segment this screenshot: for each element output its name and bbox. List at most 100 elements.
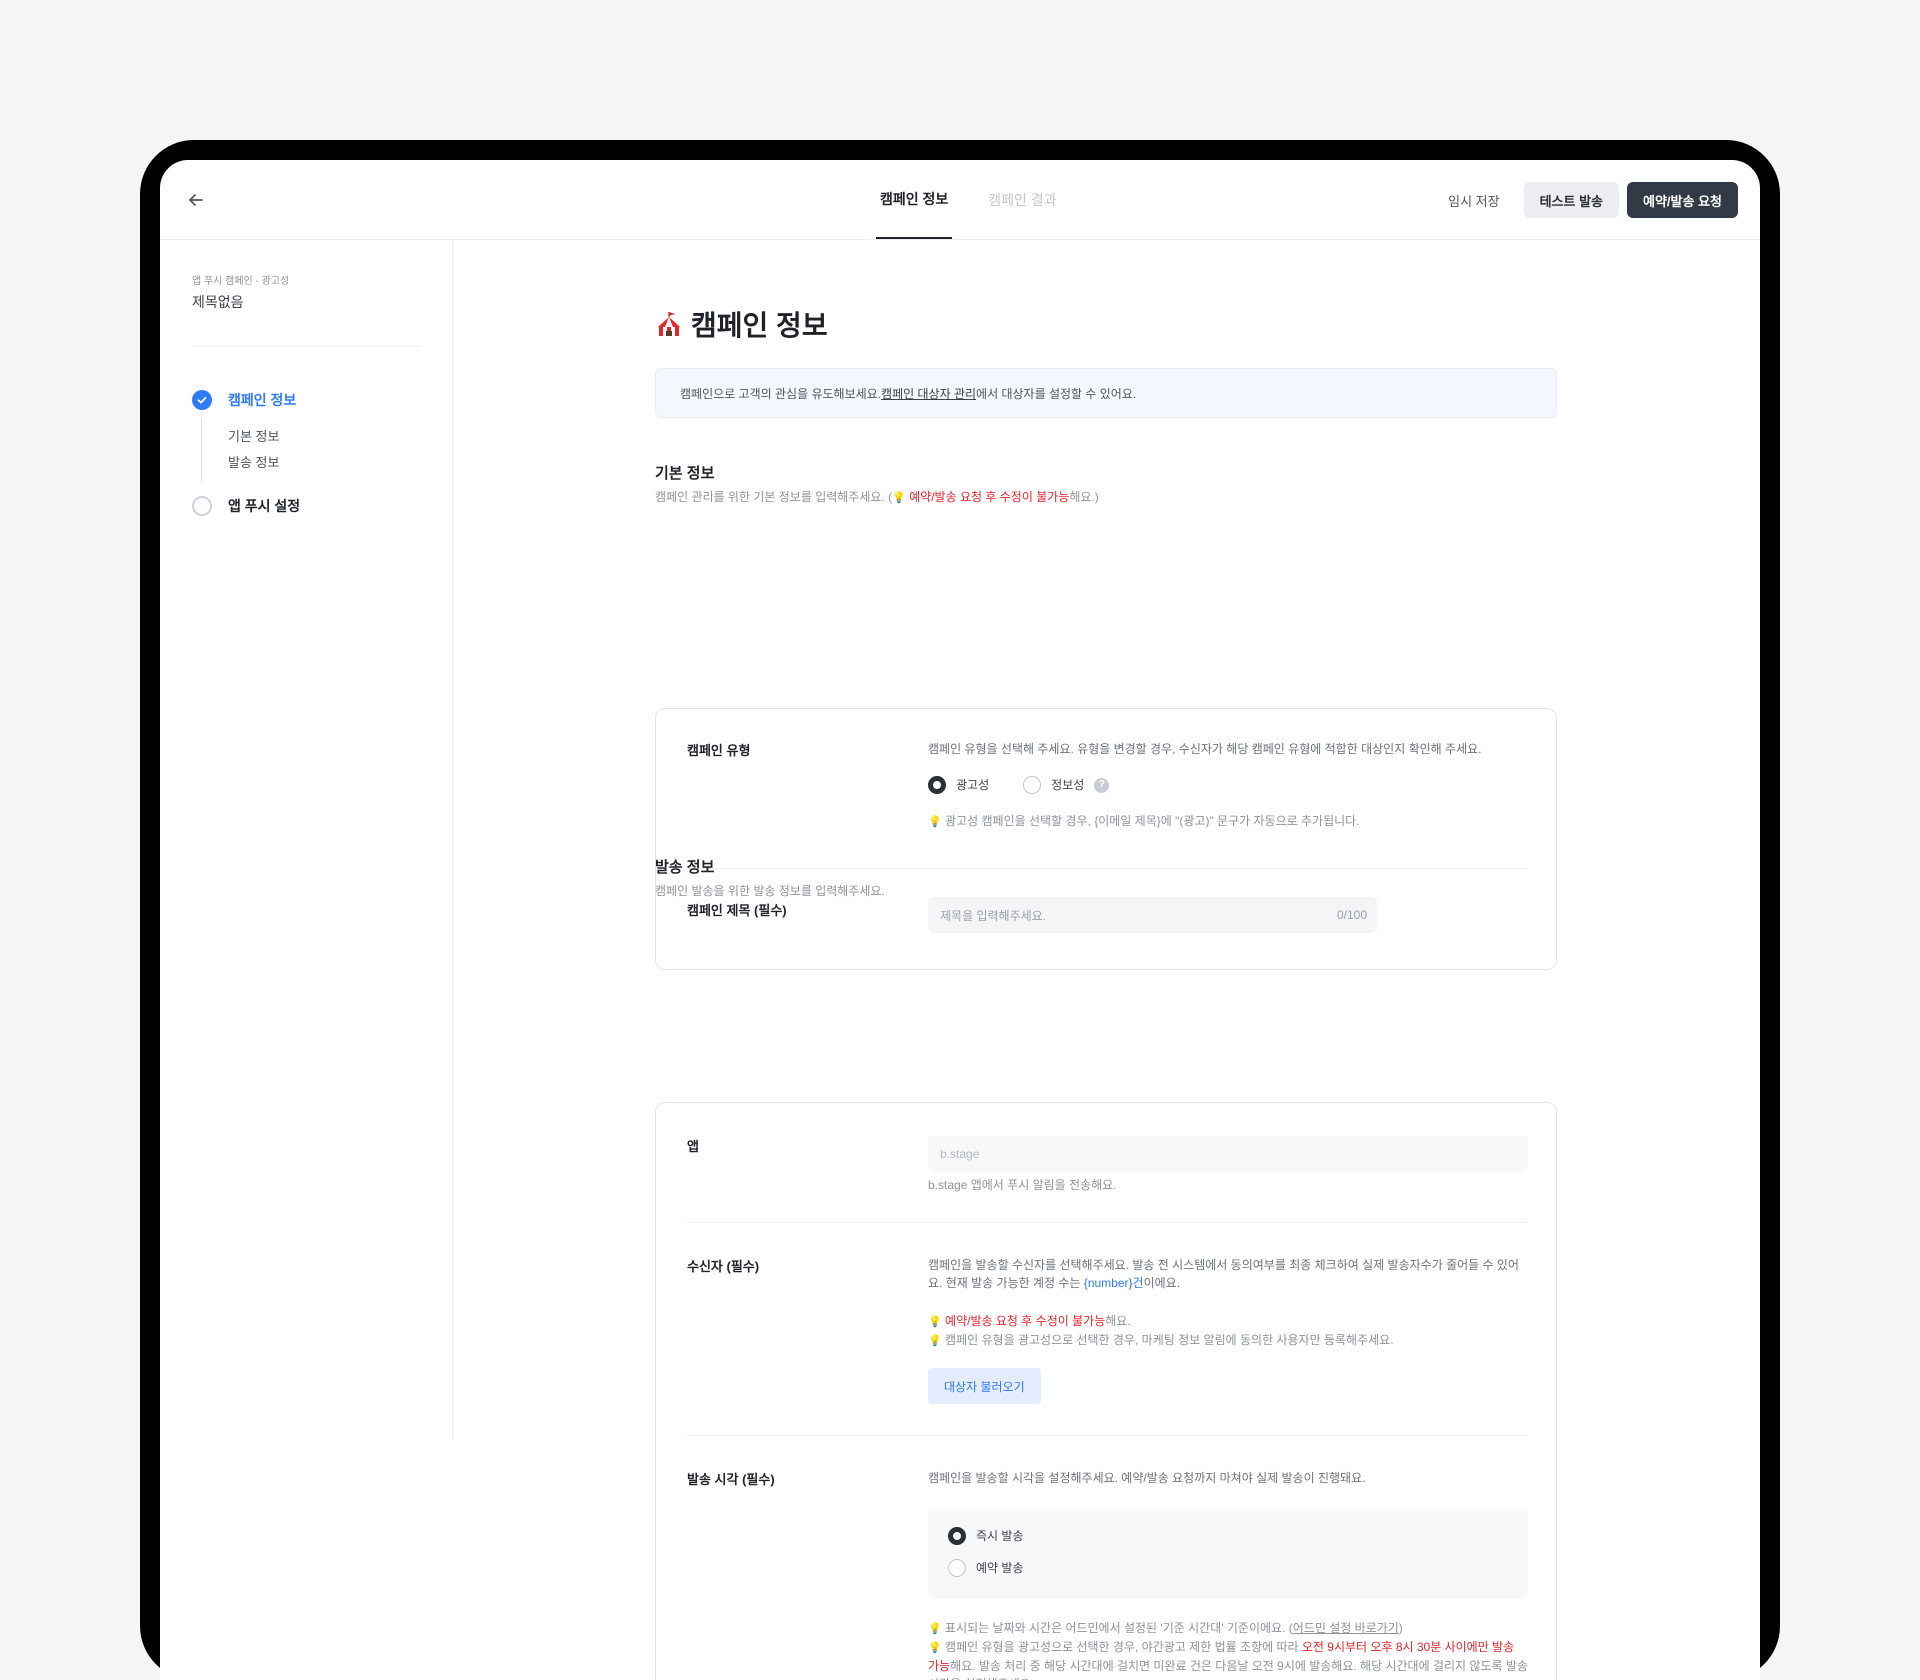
schedule-send-button[interactable]: 예약/발송 요청 xyxy=(1627,182,1738,218)
radio-unchecked-icon xyxy=(948,1559,966,1577)
radio-checked-icon xyxy=(928,776,946,794)
hint-text: 해요. xyxy=(1105,1314,1131,1328)
radio-advertising[interactable]: 광고성 xyxy=(928,776,989,794)
hint-text: 표시되는 날짜와 시간은 어드민에서 설정된 '기준 시간대' 기준이에요. ( xyxy=(941,1621,1293,1635)
tab-campaign-info[interactable]: 캠페인 정보 xyxy=(876,160,953,239)
field-hint: 💡 표시되는 날짜와 시간은 어드민에서 설정된 '기준 시간대' 기준이에요.… xyxy=(928,1619,1528,1638)
hint-text: 광고성 캠페인을 선택할 경우, {이메일 제목}에 "(광고)" 문구가 자동… xyxy=(945,814,1360,828)
radio-label: 즉시 발송 xyxy=(976,1529,1024,1543)
breadcrumb: 앱 푸시 캠페인 - 광고성 xyxy=(192,276,290,287)
tab-campaign-result[interactable]: 캠페인 결과 xyxy=(984,160,1060,239)
field-label: 발송 시각 (필수) xyxy=(687,1472,775,1487)
circus-tent-icon xyxy=(658,312,680,336)
warning-text: 예약/발송 요청 후 수정이 불가능 xyxy=(905,490,1070,504)
hint-text: 캠페인 유형을 광고성으로 선택한 경우, 야간광고 제한 법률 조항에 따라 xyxy=(941,1640,1302,1654)
lightbulb-icon: 💡 xyxy=(892,492,906,504)
radio-label: 예약 발송 xyxy=(976,1561,1024,1575)
radio-informational[interactable]: 정보성 ? xyxy=(1023,776,1110,794)
char-counter: 0/100 xyxy=(1336,908,1367,922)
radio-label: 광고성 xyxy=(956,778,990,792)
basic-info-card: 캠페인 유형 캠페인 유형을 선택해 주세요. 유형을 변경할 경우, 수신자가… xyxy=(655,708,1557,970)
section-desc-basic: 캠페인 관리를 위한 기본 정보를 입력해주세요. (💡 예약/발송 요청 후 … xyxy=(655,488,1099,505)
field-label: 앱 xyxy=(687,1139,699,1154)
field-hint: 💡 예약/발송 요청 후 수정이 불가능해요. xyxy=(928,1312,1528,1331)
field-body: 캠페인 유형을 선택해 주세요. 유형을 변경할 경우, 수신자가 해당 캠페인… xyxy=(928,740,1528,831)
field-description: 캠페인을 발송할 시각을 설정해주세요. 예약/발송 요청까지 마쳐야 실제 발… xyxy=(928,1471,1366,1485)
section-desc-send: 캠페인 발송을 위한 발송 정보를 입력해주세요. xyxy=(655,884,885,898)
hint-text: 캠페인 유형을 광고성으로 선택한 경우, 마케팅 정보 알림에 동의한 사용자… xyxy=(941,1333,1394,1347)
lightbulb-icon: 💡 xyxy=(928,1623,942,1635)
warning-text: 예약/발송 요청 후 수정이 불가능 xyxy=(941,1314,1106,1328)
campaign-name: 제목없음 xyxy=(192,294,244,310)
desc-text: 캠페인 관리를 위한 기본 정보를 입력해주세요. ( xyxy=(655,490,893,504)
campaign-type-radio-group: 광고성 정보성 ? xyxy=(928,776,1528,794)
field-hint: 💡 캠페인 유형을 광고성으로 선택한 경우, 마케팅 정보 알림에 동의한 사… xyxy=(928,1331,1528,1350)
step-campaign-info[interactable]: 캠페인 정보 xyxy=(192,390,296,410)
field-label: 캠페인 유형 xyxy=(687,743,751,758)
step-app-push-settings[interactable]: 앱 푸시 설정 xyxy=(192,496,300,516)
radio-send-scheduled[interactable]: 예약 발송 xyxy=(948,1559,1508,1577)
help-icon[interactable]: ? xyxy=(1094,777,1110,793)
field-body: b.stage b.stage 앱에서 푸시 알림을 전송해요. xyxy=(928,1136,1528,1194)
page-title-text: 캠페인 정보 xyxy=(691,310,828,341)
step-label: 앱 푸시 설정 xyxy=(228,498,301,514)
radio-label: 정보성 xyxy=(1051,778,1085,792)
sidebar-divider xyxy=(192,346,420,347)
field-description: 캠페인을 발송할 수신자를 선택해주세요. 발송 전 시스템에서 동의여부를 최… xyxy=(928,1256,1528,1292)
step-label: 캠페인 정보 xyxy=(228,392,297,408)
radio-checked-icon xyxy=(948,1527,966,1545)
lightbulb-icon: 💡 xyxy=(928,1316,942,1328)
lightbulb-icon: 💡 xyxy=(928,816,942,828)
device-frame: 캠페인 정보 캠페인 결과 임시 저장 테스트 발송 예약/발송 요청 앱 푸시… xyxy=(140,140,1780,1680)
check-circle-icon xyxy=(192,390,212,410)
field-hint: 💡 캠페인 유형을 광고성으로 선택한 경우, 야간광고 제한 법률 조항에 따… xyxy=(928,1638,1528,1680)
field-label: 캠페인 제목 (필수) xyxy=(687,903,787,918)
app-readonly-field: b.stage xyxy=(928,1136,1528,1172)
save-draft-button[interactable]: 임시 저장 xyxy=(1432,182,1515,218)
desc-text: 캠페인을 발송할 수신자를 선택해주세요. 발송 전 시스템에서 동의여부를 최… xyxy=(928,1258,1519,1290)
step-connector xyxy=(201,418,202,482)
empty-circle-icon xyxy=(192,496,212,516)
target-management-link[interactable]: 캠페인 대상자 관리 xyxy=(881,385,976,402)
banner-text-suffix: 에서 대상자를 설정할 수 있어요. xyxy=(976,386,1137,401)
section-title-basic: 기본 정보 xyxy=(655,465,715,482)
load-recipients-button[interactable]: 대상자 불러오기 xyxy=(928,1368,1041,1404)
desc-text-suffix: 해요.) xyxy=(1069,490,1099,504)
field-body: 캠페인을 발송할 시각을 설정해주세요. 예약/발송 요청까지 마쳐야 실제 발… xyxy=(928,1469,1528,1680)
header-actions: 임시 저장 테스트 발송 예약/발송 요청 xyxy=(1432,182,1738,218)
radio-unchecked-icon xyxy=(1023,776,1042,794)
test-send-button[interactable]: 테스트 발송 xyxy=(1523,182,1620,218)
lightbulb-icon: 💡 xyxy=(928,1335,942,1347)
back-button[interactable] xyxy=(182,186,210,214)
substep-basic-info[interactable]: 기본 정보 xyxy=(228,426,279,445)
banner-text: 캠페인으로 고객의 관심을 유도해보세요. xyxy=(680,386,882,401)
radio-send-now[interactable]: 즉시 발송 xyxy=(948,1527,1508,1545)
lightbulb-icon: 💡 xyxy=(928,1642,942,1654)
app-screen: 캠페인 정보 캠페인 결과 임시 저장 테스트 발송 예약/발송 요청 앱 푸시… xyxy=(160,160,1760,1680)
row-divider xyxy=(687,1435,1527,1436)
section-title-send: 발송 정보 xyxy=(655,859,715,876)
row-divider xyxy=(687,868,1527,869)
desc-text-suffix: 이에요. xyxy=(1143,1276,1181,1290)
sidebar: 앱 푸시 캠페인 - 광고성 제목없음 캠페인 정보 기본 정보 발송 정보 앱… xyxy=(160,240,453,1440)
campaign-title-input[interactable]: 제목을 입력해주세요. 0/100 xyxy=(928,897,1377,933)
field-hint: b.stage 앱에서 푸시 알림을 전송해요. xyxy=(928,1178,1117,1192)
tab-bar: 캠페인 정보 캠페인 결과 xyxy=(876,160,1061,239)
send-time-options: 즉시 발송 예약 발송 xyxy=(928,1509,1528,1599)
field-body: 캠페인을 발송할 수신자를 선택해주세요. 발송 전 시스템에서 동의여부를 최… xyxy=(928,1256,1528,1404)
account-count: {number}건 xyxy=(1083,1276,1144,1290)
row-divider xyxy=(687,1222,1527,1223)
hint-text-suffix: ) xyxy=(1398,1621,1403,1635)
arrow-left-icon xyxy=(189,194,203,206)
field-label: 수신자 (필수) xyxy=(687,1259,760,1274)
hint-text-suffix: 해요. 발송 처리 중 해당 시간대에 걸치면 미완료 건은 다음날 오전 9시… xyxy=(928,1659,1528,1680)
send-info-card: 앱 b.stage b.stage 앱에서 푸시 알림을 전송해요. 수신자 (… xyxy=(655,1102,1557,1680)
substep-send-info[interactable]: 발송 정보 xyxy=(228,452,279,471)
page-title: 캠페인 정보 xyxy=(655,304,828,344)
top-bar: 캠페인 정보 캠페인 결과 임시 저장 테스트 발송 예약/발송 요청 xyxy=(160,160,1760,240)
admin-settings-link[interactable]: 어드민 설정 바로가기 xyxy=(1293,1621,1399,1635)
field-hint: 💡 광고성 캠페인을 선택할 경우, {이메일 제목}에 "(광고)" 문구가 … xyxy=(928,812,1528,831)
field-description: 캠페인 유형을 선택해 주세요. 유형을 변경할 경우, 수신자가 해당 캠페인… xyxy=(928,742,1482,756)
info-banner: 캠페인으로 고객의 관심을 유도해보세요. 캠페인 대상자 관리 에서 대상자를… xyxy=(655,368,1557,418)
input-placeholder: 제목을 입력해주세요. xyxy=(940,908,1047,923)
